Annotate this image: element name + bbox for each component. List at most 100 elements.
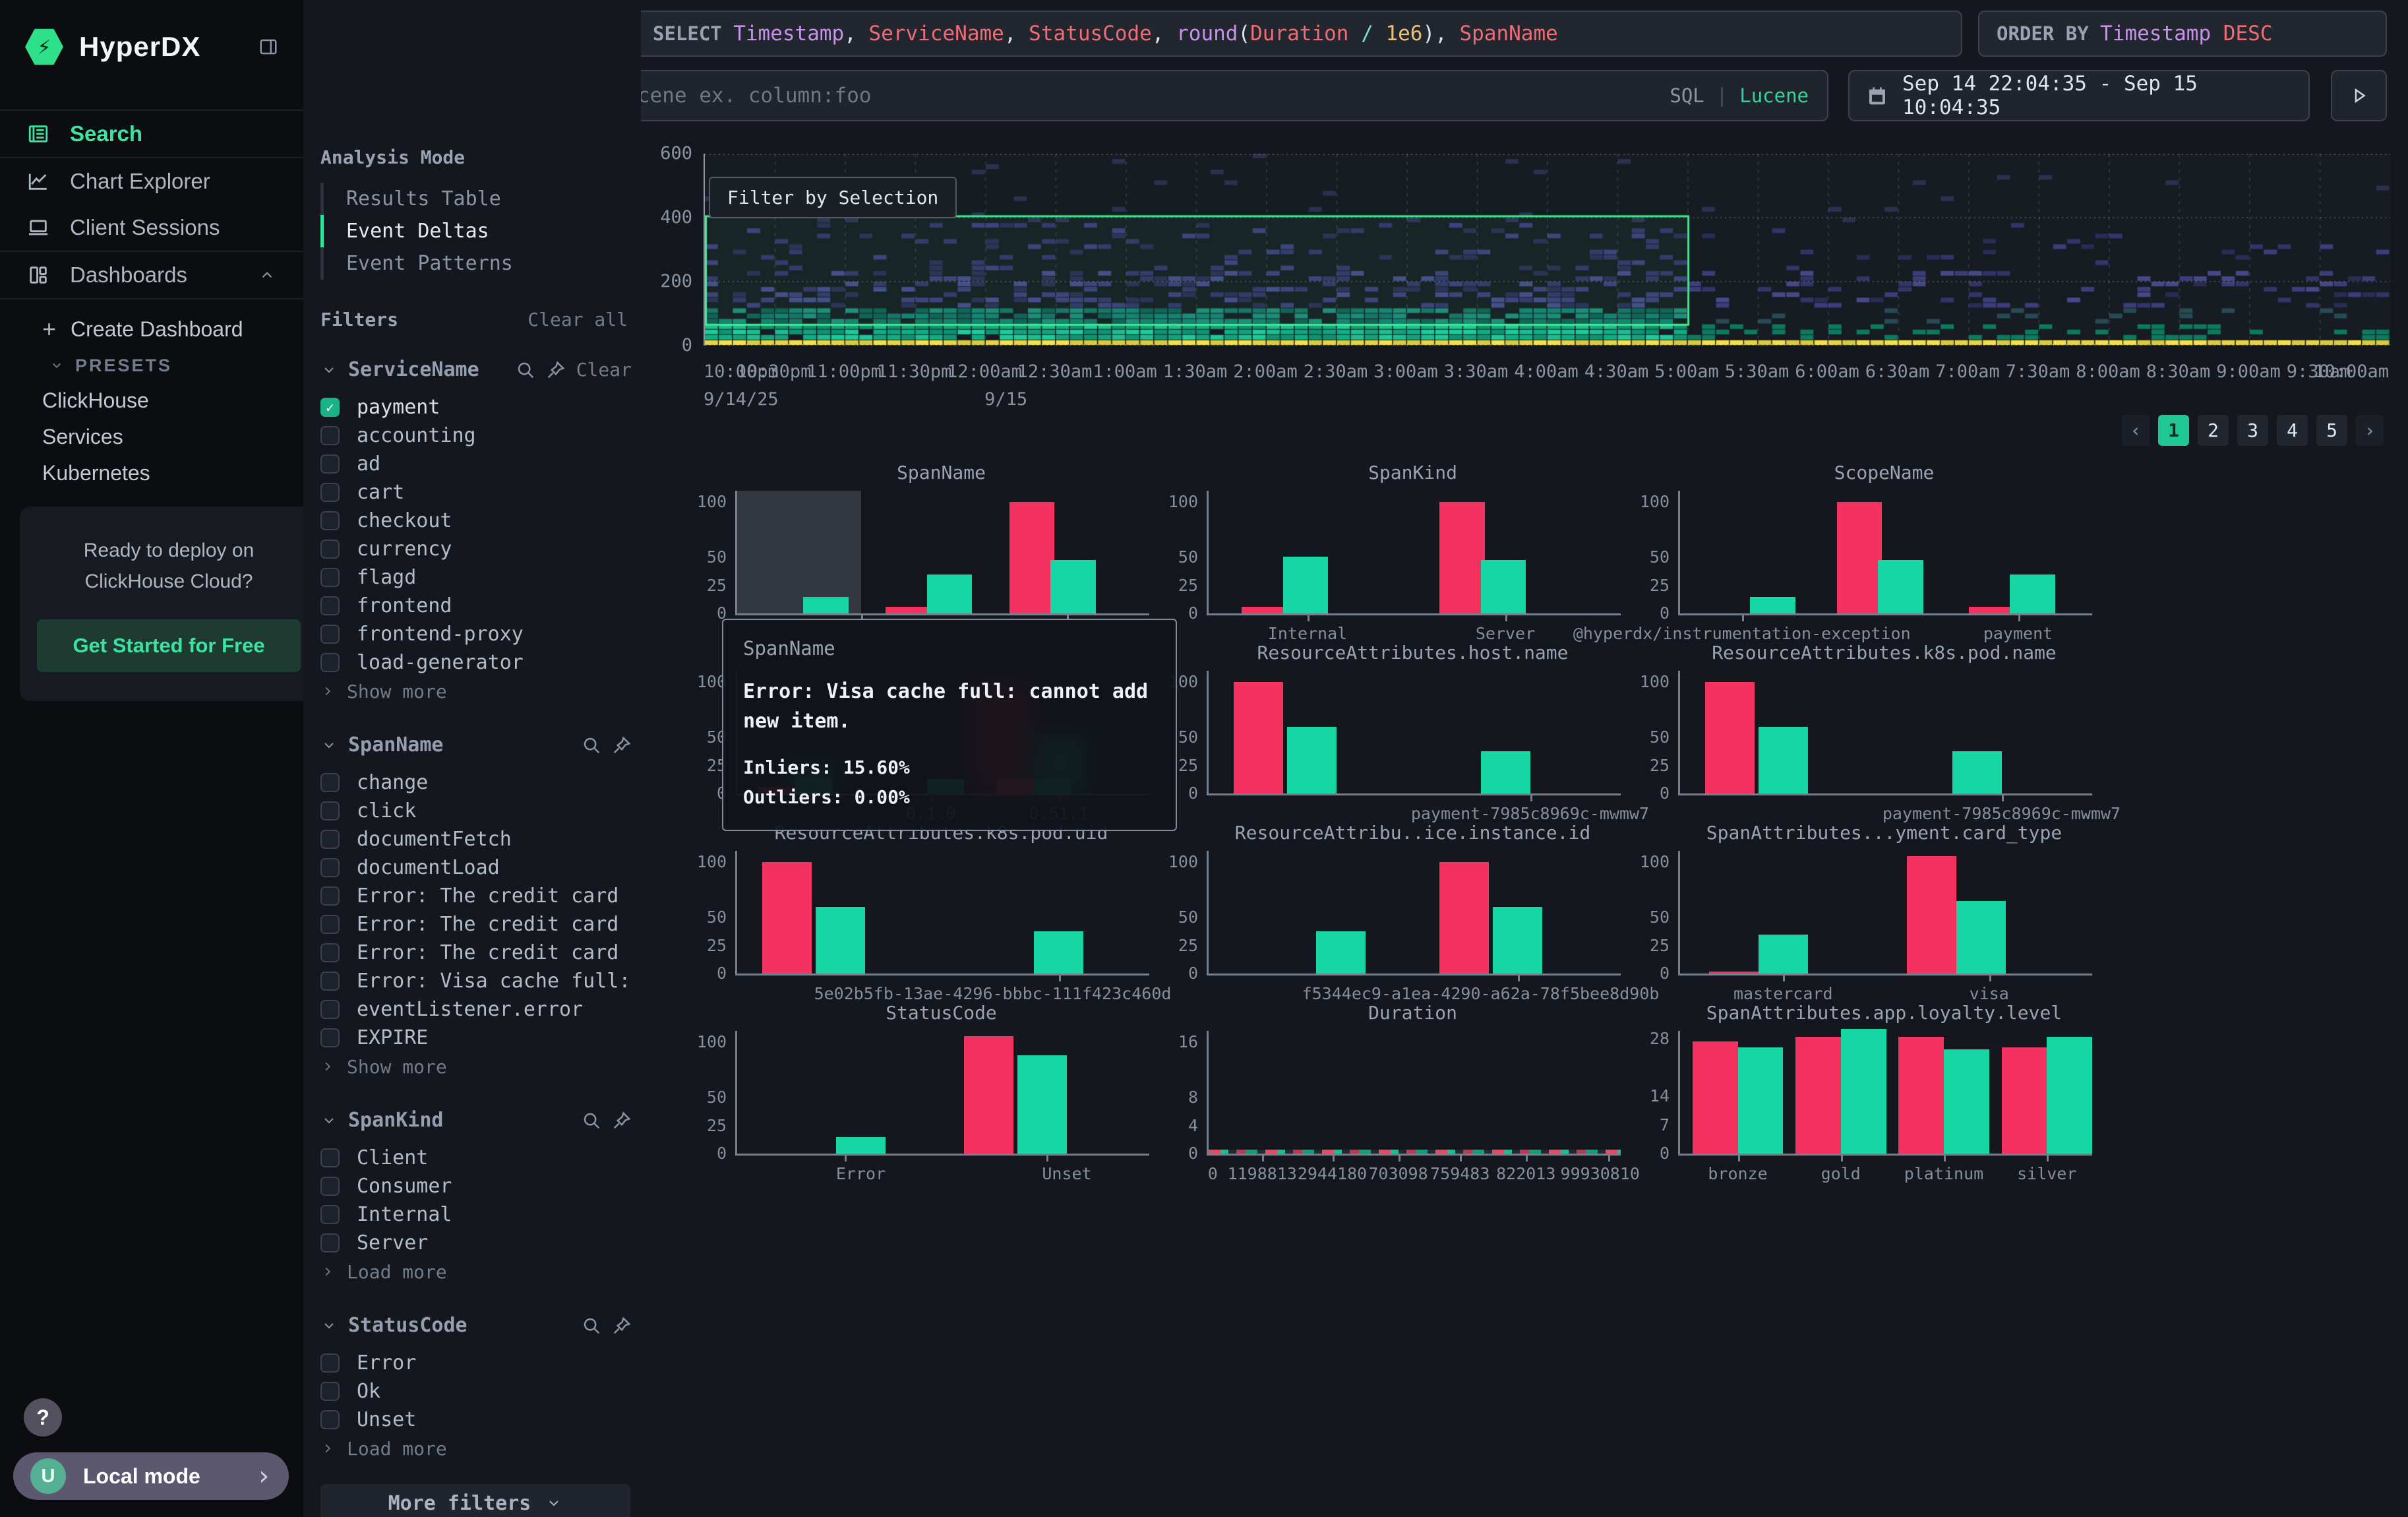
run-query-button[interactable] — [2331, 70, 2387, 121]
checkbox-unchecked[interactable] — [320, 511, 340, 530]
checkbox-unchecked[interactable] — [320, 1382, 340, 1401]
filter-option[interactable]: Error: The credit card (… — [320, 910, 632, 939]
pin-icon[interactable] — [612, 735, 632, 755]
chevron-down-icon[interactable] — [320, 1113, 338, 1129]
more-filters-button[interactable]: More filters — [320, 1484, 630, 1517]
checkbox-unchecked[interactable] — [320, 483, 340, 502]
page-button-5[interactable]: 5 — [2316, 415, 2347, 446]
chevron-up-icon[interactable] — [257, 266, 277, 284]
chart-plot[interactable]: 0119881329441807030987594838220139993081… — [1207, 1031, 1621, 1156]
filter-option[interactable]: documentFetch — [320, 825, 632, 853]
filter-option[interactable]: accounting — [320, 421, 632, 450]
filter-option[interactable]: currency — [320, 535, 632, 563]
page-button-1[interactable]: 1 — [2158, 415, 2189, 446]
create-dashboard-button[interactable]: + Create Dashboard — [0, 310, 303, 348]
checkbox-unchecked[interactable] — [320, 915, 340, 934]
mode-event-deltas[interactable]: Event Deltas — [320, 215, 632, 247]
sidebar-item-chart-explorer[interactable]: Chart Explorer — [0, 158, 303, 204]
page-button-2[interactable]: 2 — [2198, 415, 2229, 446]
clear-filter-button[interactable]: Clear — [576, 359, 632, 381]
checkbox-unchecked[interactable] — [320, 454, 340, 474]
checkbox-unchecked[interactable] — [320, 625, 340, 644]
checkbox-unchecked[interactable] — [320, 1410, 340, 1429]
checkbox-unchecked[interactable] — [320, 653, 340, 672]
filter-option[interactable]: documentLoad — [320, 853, 632, 882]
pin-icon[interactable] — [546, 360, 566, 380]
filter-option[interactable]: eventListener.error — [320, 995, 632, 1024]
chart-plot[interactable]: @hyperdx/instrumentation-exceptionpaymen… — [1678, 491, 2092, 615]
local-mode-menu[interactable]: U Local mode › — [13, 1452, 289, 1500]
filter-option[interactable]: checkout — [320, 507, 632, 535]
filter-option[interactable]: Server — [320, 1229, 632, 1257]
filter-by-selection-button[interactable]: Filter by Selection — [709, 177, 957, 218]
filter-option[interactable]: Unset — [320, 1406, 632, 1434]
page-next-button[interactable]: › — [2356, 415, 2384, 446]
checkbox-unchecked[interactable] — [320, 1353, 340, 1373]
checkbox-unchecked[interactable] — [320, 1233, 340, 1253]
filter-option[interactable]: Ok — [320, 1377, 632, 1406]
sidebar-item-client-sessions[interactable]: Client Sessions — [0, 204, 303, 251]
checkbox-unchecked[interactable] — [320, 858, 340, 877]
checkbox-unchecked[interactable] — [320, 830, 340, 849]
chart-plot[interactable]: payment-7985c8969c-mwmw7 — [1678, 671, 2092, 795]
show-more-link[interactable]: Show more — [320, 1052, 632, 1081]
checkbox-unchecked[interactable] — [320, 1000, 340, 1019]
filter-option[interactable]: cart — [320, 478, 632, 507]
pin-icon[interactable] — [612, 1111, 632, 1130]
filter-option[interactable]: Error — [320, 1349, 632, 1377]
filter-option[interactable]: frontend-proxy — [320, 620, 632, 648]
filter-option[interactable]: Internal — [320, 1200, 632, 1229]
chevron-down-icon[interactable] — [320, 1318, 338, 1334]
filter-option[interactable]: Client — [320, 1144, 632, 1172]
filter-option[interactable]: click — [320, 797, 632, 825]
collapse-sidebar-icon[interactable] — [257, 37, 280, 57]
preset-kubernetes[interactable]: Kubernetes — [0, 455, 303, 491]
sql-select-editor[interactable]: SELECT Timestamp, ServiceName, StatusCod… — [634, 11, 1962, 57]
search-icon[interactable] — [582, 735, 601, 755]
chevron-down-icon[interactable] — [320, 737, 338, 753]
help-button[interactable]: ? — [24, 1398, 62, 1437]
checkbox-unchecked[interactable] — [320, 568, 340, 587]
mode-sql-toggle[interactable]: SQL — [1670, 84, 1704, 107]
checkbox-unchecked[interactable] — [320, 596, 340, 615]
filter-option[interactable]: ✓payment — [320, 393, 632, 421]
page-button-3[interactable]: 3 — [2237, 415, 2268, 446]
mode-event-patterns[interactable]: Event Patterns — [320, 247, 632, 280]
checkbox-unchecked[interactable] — [320, 886, 340, 906]
checkbox-unchecked[interactable] — [320, 1205, 340, 1224]
show-more-link[interactable]: Load more — [320, 1434, 632, 1463]
chart-plot[interactable]: InternalServer — [1207, 491, 1621, 615]
checkbox-checked[interactable]: ✓ — [320, 398, 340, 417]
filter-option[interactable]: Error: Visa cache full: … — [320, 967, 632, 995]
filter-option[interactable]: Error: The credit card (… — [320, 939, 632, 967]
checkbox-unchecked[interactable] — [320, 801, 340, 820]
checkbox-unchecked[interactable] — [320, 773, 340, 792]
filter-option[interactable]: Error: The credit card (… — [320, 882, 632, 910]
search-icon[interactable] — [582, 1316, 601, 1336]
clear-all-button[interactable]: Clear all — [527, 309, 628, 330]
chevron-down-icon[interactable] — [320, 362, 338, 378]
chart-plot[interactable]: mastercardvisa — [1678, 851, 2092, 975]
mode-lucene-toggle[interactable]: Lucene — [1739, 84, 1809, 107]
mode-results-table[interactable]: Results Table — [320, 183, 632, 215]
sidebar-item-search[interactable]: Search — [0, 109, 303, 158]
search-icon[interactable] — [582, 1111, 601, 1130]
chart-plot[interactable]: payment-7985c8969c-mwmw7 — [1207, 671, 1621, 795]
filter-option[interactable]: flagd — [320, 563, 632, 592]
page-button-4[interactable]: 4 — [2277, 415, 2308, 446]
chart-plot[interactable]: ErrorUnset — [735, 1031, 1149, 1156]
search-icon[interactable] — [516, 360, 535, 380]
checkbox-unchecked[interactable] — [320, 972, 340, 991]
presets-toggle[interactable]: PRESETS — [0, 348, 303, 383]
filter-option[interactable]: Consumer — [320, 1172, 632, 1200]
checkbox-unchecked[interactable] — [320, 1177, 340, 1196]
chart-plot[interactable]: bronzegoldplatinumsilver — [1678, 1031, 2092, 1156]
pin-icon[interactable] — [612, 1316, 632, 1336]
checkbox-unchecked[interactable] — [320, 540, 340, 559]
filter-option[interactable]: frontend — [320, 592, 632, 620]
show-more-link[interactable]: Load more — [320, 1257, 632, 1286]
get-started-button[interactable]: Get Started for Free — [37, 619, 301, 672]
checkbox-unchecked[interactable] — [320, 426, 340, 445]
order-by-editor[interactable]: ORDER BY Timestamp DESC — [1978, 11, 2387, 57]
filter-option[interactable]: ad — [320, 450, 632, 478]
